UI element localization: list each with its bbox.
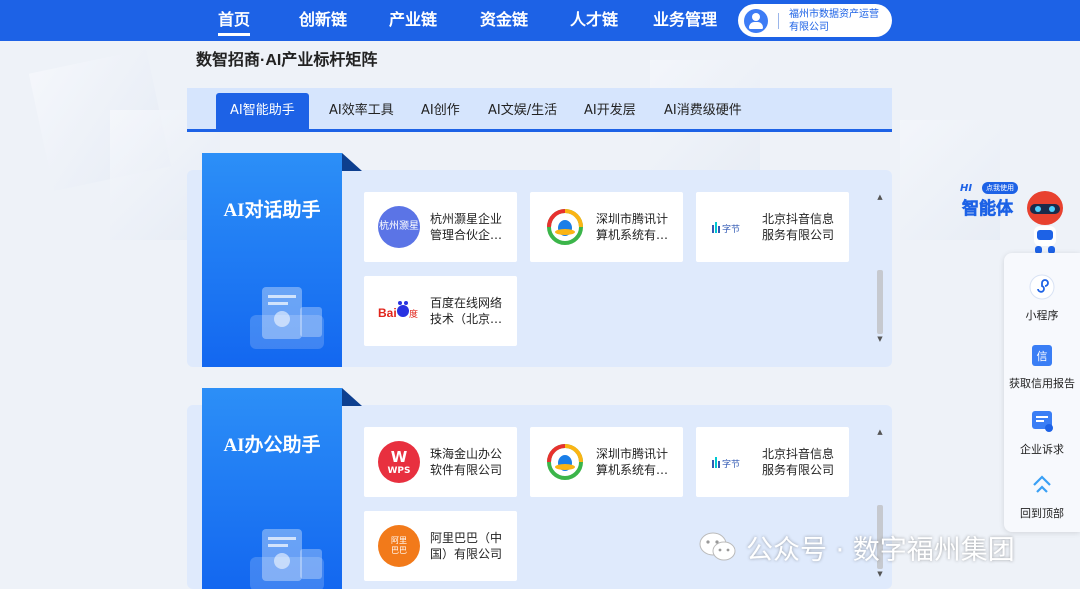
nav-business-management[interactable]: 业务管理 [653, 0, 717, 41]
mascot-icon [1027, 191, 1063, 254]
company-card[interactable]: 阿里 巴巴 阿里巴巴（中国）有限公司 [364, 511, 517, 581]
company-card[interactable]: Bai 度 百度在线网络技术（北京）有限公司 [364, 276, 517, 346]
document-illustration-icon [250, 287, 324, 349]
section-banner-ai-office-assistant: AI办公助手 [202, 388, 342, 589]
wps-logo-icon: W WPS [377, 440, 421, 484]
watermark-text: 公众号 · 数字福州集团 [746, 534, 1015, 566]
tab-ai-consumer-hardware[interactable]: AI消费级硬件 [664, 93, 742, 129]
section-banner-ai-chat-assistant: AI对话助手 [202, 153, 342, 367]
credit-report-button[interactable]: 信 获取信用报告 [1004, 341, 1080, 391]
nav-home[interactable]: 首页 [218, 0, 251, 41]
mini-program-button[interactable]: 小程序 [1004, 273, 1080, 323]
page-title: 数智招商·AI产业标杆矩阵 [196, 52, 378, 69]
floating-toolbar: 小程序 信 获取信用报告 企业诉求 回到顶部 [1004, 253, 1080, 532]
nav-industry-chain[interactable]: 产业链 [389, 0, 437, 41]
back-to-top-button[interactable]: 回到顶部 [1004, 471, 1080, 521]
banner-fold [342, 388, 362, 406]
agent-title: 智能体 [962, 199, 1014, 219]
svg-text:信: 信 [1037, 350, 1048, 363]
tab-ai-creation[interactable]: AI创作 [421, 93, 460, 129]
company-name: 百度在线网络技术（北京）有限公司 [430, 296, 503, 326]
company-card[interactable]: 字节 北京抖音信息服务有限公司 [696, 427, 849, 497]
company-name: 珠海金山办公软件有限公司 [430, 447, 503, 477]
document-illustration-icon [250, 529, 324, 589]
section-title: AI办公助手 [223, 435, 321, 456]
section-title: AI对话助手 [223, 200, 321, 221]
avatar-icon [744, 8, 768, 33]
divider [778, 12, 779, 29]
enterprise-request-button[interactable]: 企业诉求 [1004, 407, 1080, 457]
nav-capital-chain[interactable]: 资金链 [480, 0, 528, 41]
scroll-up-arrow-icon[interactable]: ▲ [875, 427, 885, 437]
alibaba-logo-icon: 阿里 巴巴 [377, 524, 421, 568]
company-name: 深圳市腾讯计算机系统有限公司 [596, 447, 669, 477]
agent-tag: 点我使用 [982, 182, 1018, 194]
ai-agent-entry[interactable]: HI 点我使用 智能体 [960, 180, 1070, 260]
svg-text:Bai: Bai [378, 306, 397, 320]
bytedance-logo-icon: 字节 [709, 440, 753, 484]
enterprise-request-icon [1028, 407, 1056, 435]
company-card[interactable]: 深圳市腾讯计算机系统有限公司 [530, 427, 683, 497]
scrollbar[interactable]: ▲ ▼ [875, 192, 885, 344]
company-name: 北京抖音信息服务有限公司 [762, 447, 835, 477]
svg-text:度: 度 [409, 308, 418, 320]
company-name: 杭州灏星企业管理合伙企业（有限合伙） [430, 212, 503, 242]
user-account-pill[interactable]: 福州市数据资产运营有限公司 [738, 4, 892, 37]
credit-report-icon: 信 [1028, 341, 1056, 369]
tab-ai-entertainment-life[interactable]: AI文娱/生活 [488, 93, 557, 129]
watermark: 公众号 · 数字福州集团 [698, 527, 1015, 567]
svg-text:字节: 字节 [722, 223, 740, 235]
back-to-top-icon [1028, 471, 1056, 499]
company-name: 北京抖音信息服务有限公司 [762, 212, 835, 242]
scroll-up-arrow-icon[interactable]: ▲ [875, 192, 885, 202]
hz-logo-icon: 杭州灏星 [377, 205, 421, 249]
company-card[interactable]: 字节 北京抖音信息服务有限公司 [696, 192, 849, 262]
user-name: 福州市数据资产运营有限公司 [789, 8, 879, 33]
baidu-logo-icon: Bai 度 [377, 289, 421, 333]
scroll-down-arrow-icon[interactable]: ▼ [875, 334, 885, 344]
company-name: 深圳市腾讯计算机系统有限公司 [596, 212, 669, 242]
nav-talent-chain[interactable]: 人才链 [570, 0, 618, 41]
svg-text:字节: 字节 [722, 458, 740, 470]
mini-program-icon [1028, 273, 1056, 301]
bytedance-logo-icon: 字节 [709, 205, 753, 249]
tab-ai-dev-layer[interactable]: AI开发层 [584, 93, 636, 129]
tencent-logo-icon [543, 440, 587, 484]
tencent-logo-icon [543, 205, 587, 249]
top-nav-bar: 首页 创新链 产业链 资金链 人才链 业务管理 福州市数据资产运营有限公司 [0, 0, 1080, 41]
company-name: 阿里巴巴（中国）有限公司 [430, 531, 503, 561]
scroll-down-arrow-icon[interactable]: ▼ [875, 569, 885, 579]
company-card[interactable]: 深圳市腾讯计算机系统有限公司 [530, 192, 683, 262]
tab-ai-efficiency-tools[interactable]: AI效率工具 [329, 93, 394, 129]
scroll-thumb[interactable] [877, 270, 883, 334]
banner-fold [342, 153, 362, 171]
agent-hi-text: HI [960, 183, 973, 194]
company-card[interactable]: W WPS 珠海金山办公软件有限公司 [364, 427, 517, 497]
company-card[interactable]: 杭州灏星 杭州灏星企业管理合伙企业（有限合伙） [364, 192, 517, 262]
nav-innovation-chain[interactable]: 创新链 [299, 0, 347, 41]
tab-ai-assistant[interactable]: AI智能助手 [216, 93, 309, 129]
wechat-icon [699, 532, 736, 561]
category-tab-bar: AI智能助手 AI效率工具 AI创作 AI文娱/生活 AI开发层 AI消费级硬件 [187, 88, 892, 132]
